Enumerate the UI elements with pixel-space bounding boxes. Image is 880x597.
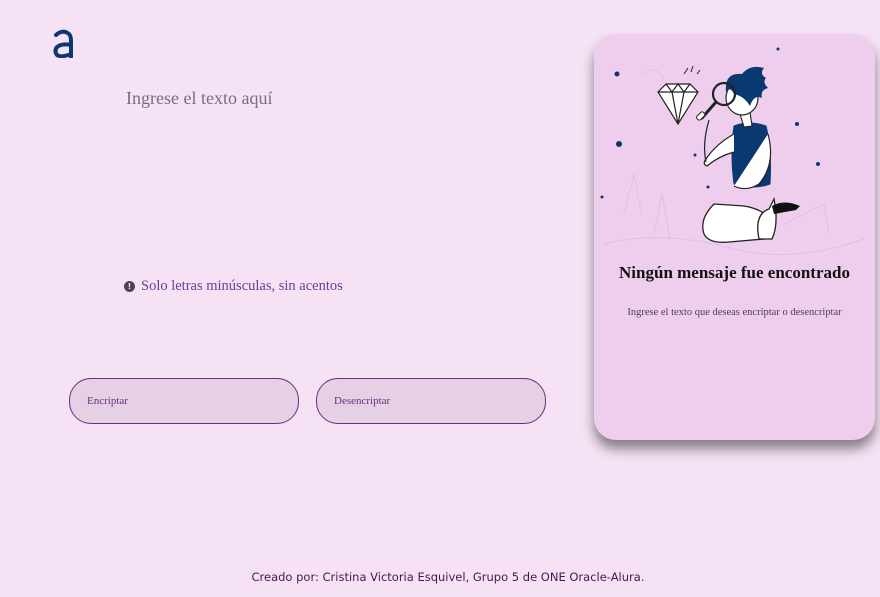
alura-logo-icon xyxy=(53,29,73,58)
message-input[interactable] xyxy=(126,88,546,248)
result-panel: Ningún mensaje fue encontrado Ingrese el… xyxy=(594,34,875,440)
result-title: Ningún mensaje fue encontrado xyxy=(619,263,850,282)
result-description: Ingrese el texto que deseas encriptar o … xyxy=(627,307,842,318)
input-hint: ! Solo letras minúsculas, sin acentos xyxy=(124,278,343,295)
footer-credits: Creado por: Cristina Victoria Esquivel, … xyxy=(251,570,645,584)
info-exclamation-icon: ! xyxy=(124,281,135,292)
hint-text: Solo letras minúsculas, sin acentos xyxy=(141,278,343,294)
searching-person-illustration xyxy=(600,47,865,256)
encrypt-button[interactable]: Encriptar xyxy=(69,378,299,424)
decrypt-button[interactable]: Desencriptar xyxy=(316,378,546,424)
